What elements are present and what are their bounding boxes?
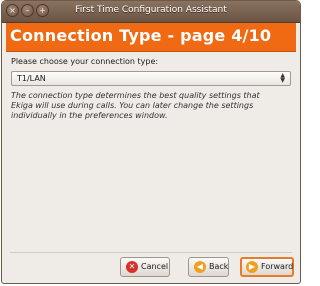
connection-type-label: Please choose your connection type: [11,57,159,66]
cancel-label: Cancel [141,262,169,271]
button-separator [10,252,292,253]
forward-arrow-icon: ▶ [246,261,258,273]
page-heading: Connection Type - page 4/10 [10,26,272,45]
cancel-icon: ✕ [126,261,138,273]
back-arrow-icon: ◀ [194,261,206,273]
forward-label: Forward [261,262,294,271]
title-bar[interactable]: × – + First Time Configuration Assistant [2,1,300,23]
back-button[interactable]: ◀ Back [188,257,229,277]
connection-type-combobox[interactable]: T1/LAN ▲ ▼ [11,71,291,86]
cancel-button[interactable]: ✕ Cancel [120,257,170,277]
back-label: Back [209,262,229,271]
assistant-window: × – + First Time Configuration Assistant… [1,0,301,284]
combobox-value: T1/LAN [17,74,46,83]
connection-type-description: The connection type determines the best … [11,91,260,120]
forward-button[interactable]: ▶ Forward [240,257,294,277]
page-banner: Connection Type - page 4/10 [6,23,296,52]
window-title: First Time Configuration Assistant [75,5,227,15]
page-content: Please choose your connection type: T1/L… [11,56,291,121]
combobox-arrows-icon: ▲ ▼ [280,72,285,84]
